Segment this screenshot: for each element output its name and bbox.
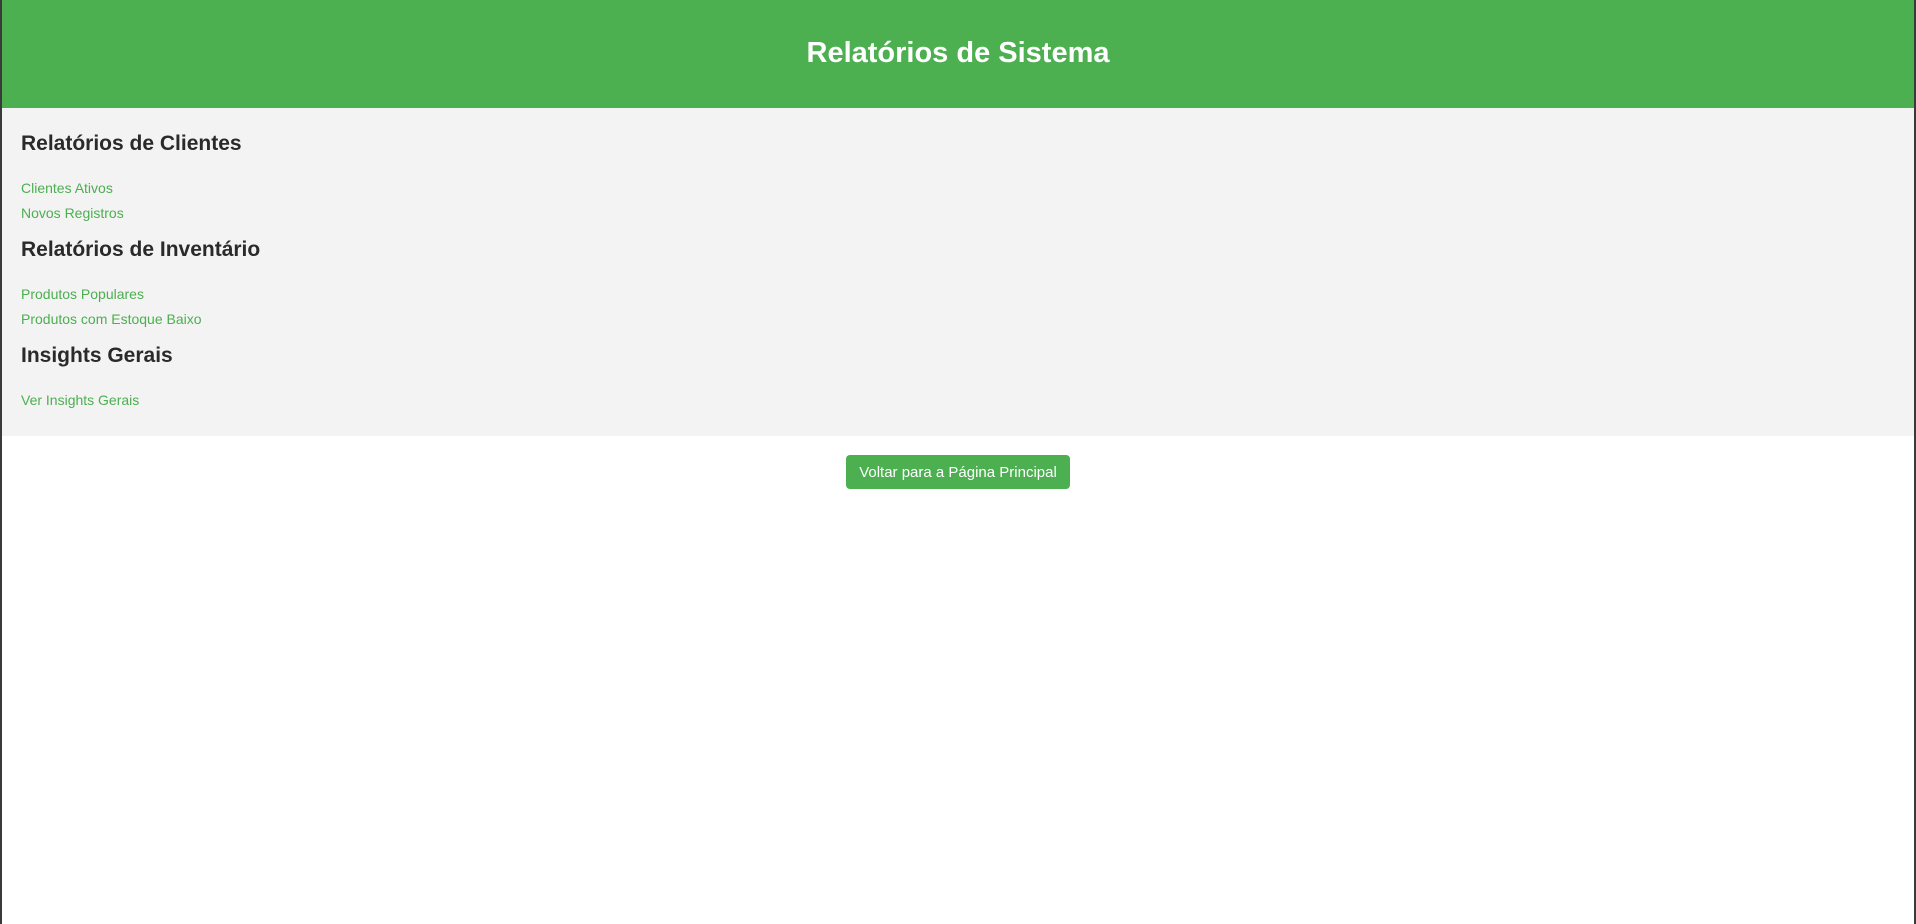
link-low-stock-products[interactable]: Produtos com Estoque Baixo <box>21 311 202 327</box>
link-list: Ver Insights Gerais <box>21 388 1895 413</box>
page-header: Relatórios de Sistema <box>2 0 1914 108</box>
section-title: Relatórios de Inventário <box>21 238 261 261</box>
list-item: Clientes Ativos <box>21 176 1895 201</box>
link-list: Clientes Ativos Novos Registros <box>21 176 1895 226</box>
page-title: Relatórios de Sistema <box>806 36 1110 69</box>
link-popular-products[interactable]: Produtos Populares <box>21 286 144 302</box>
reports-panel: Relatórios de Clientes Clientes Ativos N… <box>2 108 1914 436</box>
section-client-reports: Relatórios de Clientes Clientes Ativos N… <box>21 129 1895 226</box>
list-item: Produtos Populares <box>21 282 1895 307</box>
link-active-clients[interactable]: Clientes Ativos <box>21 180 113 196</box>
link-new-registrations[interactable]: Novos Registros <box>21 205 124 221</box>
section-general-insights: Insights Gerais Ver Insights Gerais <box>21 341 1895 413</box>
section-title: Insights Gerais <box>21 344 173 367</box>
link-view-general-insights[interactable]: Ver Insights Gerais <box>21 392 139 408</box>
list-item: Novos Registros <box>21 201 1895 226</box>
footer-actions: Voltar para a Página Principal <box>2 436 1914 489</box>
link-list: Produtos Populares Produtos com Estoque … <box>21 282 1895 332</box>
section-title: Relatórios de Clientes <box>21 132 242 155</box>
app-window: Relatórios de Sistema Relatórios de Clie… <box>0 0 1916 924</box>
section-inventory-reports: Relatórios de Inventário Produtos Popula… <box>21 235 1895 332</box>
list-item: Produtos com Estoque Baixo <box>21 307 1895 332</box>
list-item: Ver Insights Gerais <box>21 388 1895 413</box>
back-to-home-button[interactable]: Voltar para a Página Principal <box>846 455 1070 489</box>
